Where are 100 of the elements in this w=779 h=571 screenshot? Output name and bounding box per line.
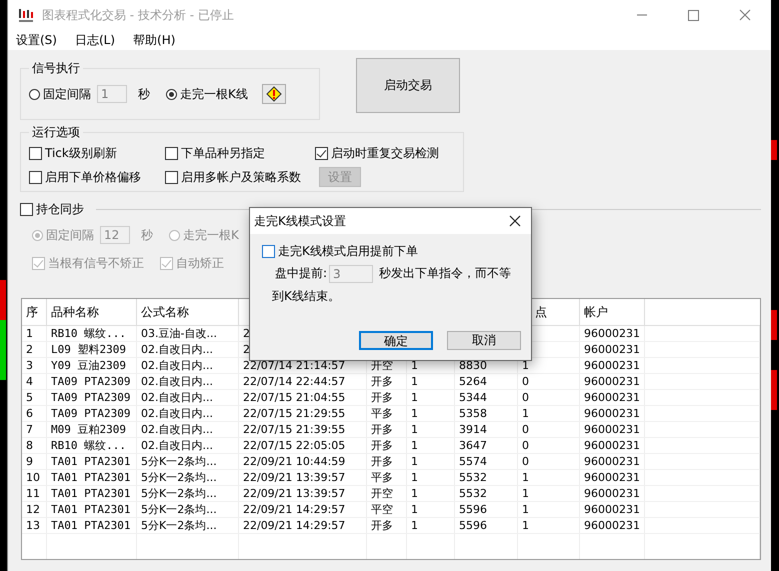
ok-button[interactable]: 确定 [359,331,433,350]
table-cell: 5532 [454,470,518,485]
table-cell: 0 [518,390,580,405]
radio-label: 固定间隔 [46,226,94,244]
table-cell: TA01 PTA2301 [46,454,137,469]
table-cell: 22/09/21 14:29:57 [238,502,367,517]
table-cell: 22/07/15 21:39:55 [238,422,367,437]
interval-field[interactable]: 1 [96,85,127,103]
table-cell: 96000231 [580,390,645,405]
table-cell: 1 [518,502,580,517]
radio-button[interactable] [166,88,177,100]
table-cell: 03.豆油-自改... [136,326,239,341]
table-cell: 96000231 [580,438,645,453]
lead-time-field[interactable]: 3 [329,264,374,282]
table-cell: 96000231 [580,502,645,517]
table-cell: TA01 PTA2301 [46,470,137,485]
menu-item[interactable]: 日志(L) [74,32,116,48]
table-cell: 22/07/15 21:04:55 [238,390,367,405]
column-header[interactable]: 序 [22,299,47,325]
table-cell: 02.自改日内... [136,438,239,453]
table-cell: 22/09/21 13:39:57 [238,486,367,501]
table-cell: 02.自改日内... [136,422,239,437]
table-cell: 5264 [454,374,518,389]
table-cell: 02.自改日内... [136,390,239,405]
checkbox-label: 启用多帐户及策略系数 [180,168,301,186]
table-cell: 02.自改日内... [136,406,239,421]
radio-button[interactable] [28,88,40,100]
table-cell: 22/07/14 22:44:57 [238,374,367,389]
warning-button[interactable] [262,84,286,104]
table-cell: TA01 PTA2301 [46,502,137,517]
checkbox-label: Tick级别刷新 [44,144,117,162]
table-cell: 1 [406,454,455,469]
table-cell: 02.自改日内... [136,374,239,389]
description-text: 秒发出下单指令，而不等 [379,265,512,282]
cancel-button[interactable]: 取消 [447,331,521,350]
table-cell: 5分K一2条均... [136,470,239,485]
table-cell: 1 [406,422,455,437]
table-cell: 5596 [454,502,518,517]
table-cell: TA01 PTA2301 [46,486,137,501]
table-cell: 5分K一2条均... [136,518,239,533]
table-cell: TA09 PTA2309 [46,406,137,421]
table-cell: 22/09/21 14:29:57 [238,518,367,533]
checkbox-label: 持仓同步 [36,200,84,218]
checkbox[interactable] [164,170,178,184]
table-cell: 9 [22,454,47,469]
table-cell: 平多 [366,470,407,485]
table-cell: 5分K一2条均... [136,454,239,469]
table-cell: 1 [406,374,455,389]
column-header[interactable]: 帐户 [580,299,645,325]
dialog-title: 走完K线模式设置 [254,212,346,230]
table-cell: 96000231 [580,486,645,501]
table-cell: 22/07/15 21:29:55 [238,406,367,421]
checkbox[interactable] [28,146,42,160]
table-cell: 1 [406,502,455,517]
table-cell: 4 [22,374,47,389]
table-cell: Y09 豆油2309 [46,358,137,373]
table-cell: RB10 螺纹... [46,326,137,341]
unit-label: 秒 [140,226,153,244]
start-trading-button[interactable]: 启动交易 [356,58,460,113]
checkbox-label: 当根有信号不矫正 [48,254,144,272]
table-cell: L09 塑料2309 [46,342,137,357]
radio-label: 走完一根K线 [180,86,248,102]
table-cell: 02.自改日内... [136,358,239,373]
table-cell: 5358 [454,406,518,421]
table-cell: 5 [22,390,47,405]
table-cell: 10 [22,470,47,485]
table-cell: 96000231 [580,406,645,421]
checkbox[interactable] [314,146,328,160]
table-cell: 开多 [366,438,407,453]
maximize-icon[interactable] [688,10,699,20]
table-cell: 1 [518,518,580,533]
checkbox[interactable] [262,244,275,258]
table-cell: 开多 [366,390,407,405]
table-cell: 22/09/21 10:44:59 [238,454,367,469]
table-cell: M09 豆粕2309 [46,422,137,437]
table-cell: 13 [22,518,47,533]
table-cell: 1 [406,486,455,501]
column-header[interactable]: 公式名称 [136,299,239,325]
close-icon[interactable] [509,215,521,227]
column-header[interactable]: 品种名称 [46,299,137,325]
table-cell: 5574 [454,454,518,469]
checkbox[interactable] [28,170,42,184]
table-cell: TA09 PTA2309 [46,374,137,389]
chart-logo-icon [18,7,34,23]
table-cell: 5分K一2条均... [136,486,239,501]
table-cell: 3647 [454,438,518,453]
table-cell: 1 [518,486,580,501]
table-cell: 12 [22,502,47,517]
table-cell: 8 [22,438,47,453]
table-cell: 1 [518,406,580,421]
table-cell: 开多 [366,518,407,533]
menu-item[interactable]: 设置(S) [16,32,57,48]
table-cell: 96000231 [580,326,645,341]
checkbox[interactable] [164,146,178,160]
table-cell: 02.自改日内... [136,342,239,357]
table-cell: 1 [406,406,455,421]
checkbox-label: 下单品种另指定 [180,144,265,162]
menu-item[interactable]: 帮助(H) [133,32,176,48]
table-cell: 96000231 [580,470,645,485]
checkbox-label: 自动矫正 [176,254,224,272]
